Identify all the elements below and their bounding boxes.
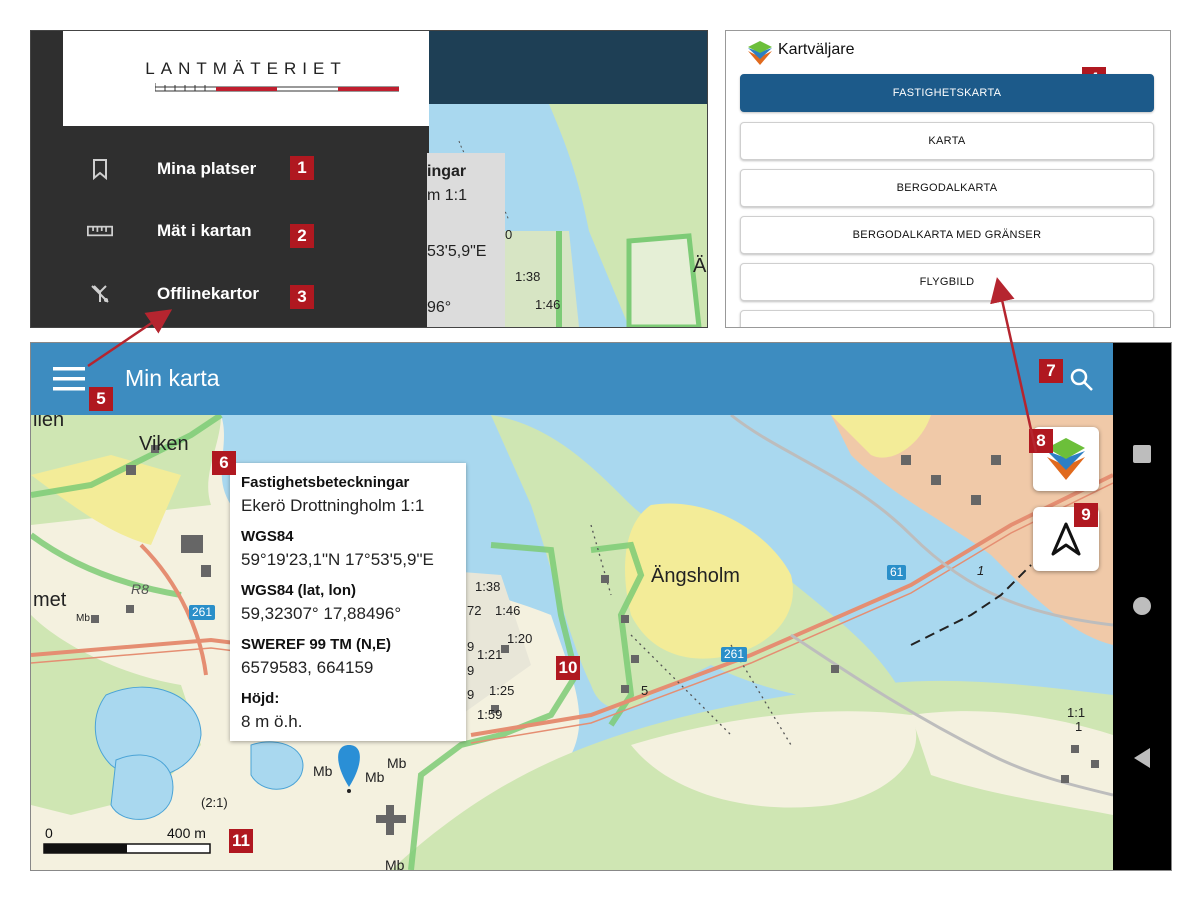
map-label: 72 <box>467 603 482 618</box>
property-info-popup: Fastighetsbeteckningar Ekerö Drottningho… <box>230 463 466 741</box>
logo-scale-bar <box>155 83 399 92</box>
map-label: Mb <box>76 613 90 624</box>
callout-badge: 10 <box>556 656 580 680</box>
popup-value: 6579583, 664159 <box>241 658 374 677</box>
popup-heading: WGS84 <box>241 528 294 545</box>
map-label: Viken <box>139 433 189 455</box>
map-label: 5 <box>641 683 649 698</box>
popup-fragment-line: ingar <box>427 163 467 180</box>
road-number-badge: 61 <box>887 565 907 580</box>
map-label: Mb <box>385 857 405 871</box>
map-chooser-panel: Kartväljare 4 FASTIGHETSKARTA KARTA BERG… <box>725 30 1171 328</box>
road-number-badge: 261 <box>189 605 216 620</box>
menu-item-mat-i-kartan[interactable]: Mät i kartan <box>31 206 429 256</box>
callout-badge: 8 <box>1029 429 1053 453</box>
map-label: 9 <box>467 687 475 702</box>
map-label: 1:59 <box>477 707 503 722</box>
layers-icon <box>748 41 772 65</box>
popup-fragment-line: 96° <box>427 299 452 316</box>
popup-heading: WGS84 (lat, lon) <box>241 582 357 599</box>
callout-badge: 1 <box>290 156 314 180</box>
map-option-karta[interactable]: KARTA <box>740 122 1154 160</box>
menu-item-label: Mät i kartan <box>157 221 252 240</box>
scale-start-label: 0 <box>45 825 53 841</box>
menu-item-offlinekartor[interactable]: Offlinekartor <box>31 269 429 319</box>
popup-heading: Fastighetsbeteckningar <box>241 474 410 491</box>
popup-value: 59°19'23,1"N 17°53'5,9"E <box>241 550 434 569</box>
home-icon[interactable] <box>1133 597 1151 615</box>
popup-value: 59,32307° 17,88496° <box>241 604 402 623</box>
hamburger-menu-icon[interactable] <box>53 367 85 391</box>
map-option-bergodalkarta-med-granser[interactable]: BERGODALKARTA MED GRÄNSER <box>740 216 1154 254</box>
map-label: Mb <box>365 769 385 785</box>
popup-value: Ekerö Drottningholm 1:1 <box>241 496 425 515</box>
map-label: 1:20 <box>507 631 533 646</box>
page-title: Min karta <box>125 365 220 391</box>
recent-apps-icon[interactable] <box>1133 445 1151 463</box>
map-option-bergodalkarta[interactable]: BERGODALKARTA <box>740 169 1154 207</box>
map-label: 1:21 <box>477 647 503 662</box>
popup-value: 8 m ö.h. <box>241 712 303 731</box>
map-option-partial[interactable] <box>740 310 1154 327</box>
back-icon[interactable] <box>1132 747 1152 769</box>
map-label: Mb <box>387 755 407 771</box>
callout-badge: 9 <box>1074 503 1098 527</box>
drawer-panel: LANTMÄTERIET ingar m 1:1 53'5,9"E 96° 0 … <box>30 30 708 328</box>
logo-text: LANTMÄTERIET <box>145 59 347 78</box>
map-label: 1 <box>1075 719 1083 734</box>
scale-bar <box>43 843 211 854</box>
map-label: 0 <box>505 227 513 242</box>
map-option-fastighetskarta[interactable]: FASTIGHETSKARTA <box>740 74 1154 112</box>
info-popup-fragment: ingar m 1:1 53'5,9"E 96° <box>427 153 505 327</box>
offline-map-icon <box>87 281 113 307</box>
popup-fragment-line: m 1:1 <box>427 187 468 204</box>
menu-item-label: Offlinekartor <box>157 284 260 303</box>
popup-heading: Höjd: <box>241 690 280 707</box>
map-label: 1:25 <box>489 683 515 698</box>
popup-fragment-line: 53'5,9"E <box>427 243 487 260</box>
map-label: 1:1 <box>1067 705 1086 720</box>
map-label: 1:46 <box>495 603 521 618</box>
map-option-flygbild[interactable]: FLYGBILD <box>740 263 1154 301</box>
search-icon[interactable] <box>1069 367 1095 393</box>
ruler-icon <box>87 218 113 244</box>
road-number-badge: 261 <box>721 647 748 662</box>
map-label: 1:46 <box>535 297 561 312</box>
map-label: 1:38 <box>515 269 541 284</box>
map-label: 1:38 <box>475 579 501 594</box>
map-label: 1 <box>977 563 985 578</box>
map-label: 9 <box>467 663 475 678</box>
map-label: Mb <box>313 763 333 779</box>
callout-badge: 5 <box>89 387 113 411</box>
menu-item-mina-platser[interactable]: Mina platser <box>31 144 429 194</box>
app-bar: Min karta <box>31 343 1113 415</box>
callout-badge: 7 <box>1039 359 1063 383</box>
map-canvas[interactable] <box>31 415 1113 870</box>
map-label: (2:1) <box>201 795 228 810</box>
callout-badge: 2 <box>290 224 314 248</box>
callout-badge: 6 <box>212 451 236 475</box>
main-map-screen: llen Viken met Ängsholm R8 261 261 61 Mb… <box>30 342 1172 871</box>
menu-item-label: Mina platser <box>157 159 257 178</box>
map-label: Ängsholm <box>651 565 740 587</box>
callout-badge: 11 <box>229 829 253 853</box>
drawer-app-bar <box>429 31 707 104</box>
bookmark-icon <box>87 156 113 182</box>
map-label: 9 <box>467 639 475 654</box>
callout-badge: 3 <box>290 285 314 309</box>
map-label: Ä <box>693 255 707 277</box>
lantmateriet-logo: LANTMÄTERIET <box>63 31 429 126</box>
map-chooser-title: Kartväljare <box>778 41 855 58</box>
map-label: met <box>33 589 67 611</box>
scale-end-label: 400 m <box>167 825 206 841</box>
popup-heading: SWEREF 99 TM (N,E) <box>241 636 392 653</box>
android-navigation-bar <box>1113 343 1171 870</box>
map-label: R8 <box>131 581 149 597</box>
